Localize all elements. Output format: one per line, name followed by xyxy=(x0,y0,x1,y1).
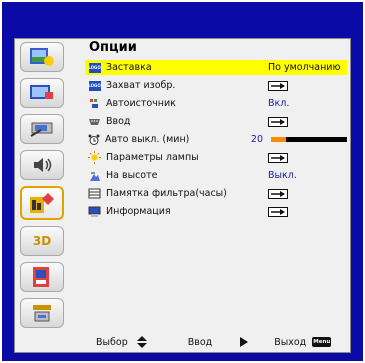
menu-item-input[interactable]: Ввод xyxy=(85,114,347,129)
auto-power-off-slider[interactable]: 20 xyxy=(251,134,347,145)
menu-item-label: Параметры лампы xyxy=(106,152,199,163)
options-icon xyxy=(30,193,54,213)
menu-item-information[interactable]: Информация xyxy=(85,204,347,219)
right-arrow-icon xyxy=(240,337,249,347)
3d-icon: 3D xyxy=(32,234,52,248)
exit-hint-label: Выход xyxy=(274,336,307,348)
lamp-icon xyxy=(88,151,101,164)
info-icon xyxy=(88,206,101,217)
sidebar-item-picture[interactable] xyxy=(20,42,64,72)
sidebar-item-volume[interactable] xyxy=(20,150,64,180)
display-icon xyxy=(30,85,53,99)
menu-item-label: Авто выкл. (мин) xyxy=(105,134,190,145)
menu-item-value: Вкл. xyxy=(268,98,290,109)
sidebar-item-network[interactable] xyxy=(20,298,64,328)
menu-item-label: На высоте xyxy=(106,170,158,181)
filter-icon xyxy=(88,188,101,199)
high-altitude-icon xyxy=(89,172,100,181)
menu-item-label: Захват изобр. xyxy=(106,80,176,91)
alarm-clock-icon xyxy=(88,134,100,145)
logo-icon: LOGO xyxy=(88,62,101,73)
menu-item-filter-reminder[interactable]: Памятка фильтра(часы) xyxy=(85,186,347,201)
logo-capture-icon: LOGO xyxy=(88,80,101,91)
arrow-right-icon[interactable] xyxy=(268,188,288,199)
menu-item-label: Заставка xyxy=(106,62,152,73)
menu-item-value: Выкл. xyxy=(268,170,297,181)
menu-item-auto-source[interactable]: Автоисточник Вкл. xyxy=(85,96,347,111)
slider-fill xyxy=(271,137,287,142)
menu-item-label: Ввод xyxy=(106,116,131,127)
picture-icon xyxy=(30,48,54,66)
arrow-right-icon[interactable] xyxy=(268,206,288,217)
up-down-arrows-icon xyxy=(136,336,147,348)
select-hint-label: Выбор xyxy=(96,336,128,348)
menu-item-auto-power-off[interactable]: Авто выкл. (мин) 20 xyxy=(85,132,347,147)
arrow-right-icon[interactable] xyxy=(268,80,288,91)
enter-hint-label: Ввод xyxy=(187,336,213,348)
slider-track[interactable] xyxy=(271,137,347,142)
network-icon xyxy=(33,305,51,322)
sidebar-item-options[interactable] xyxy=(20,186,64,220)
menu-item-lamp-settings[interactable]: Параметры лампы xyxy=(85,150,347,165)
menu-item-label: Памятка фильтра(часы) xyxy=(106,188,227,199)
menu-item-high-altitude[interactable]: На высоте Выкл. xyxy=(85,168,347,183)
arrow-right-icon[interactable] xyxy=(268,116,288,127)
menu-key-icon: Menu xyxy=(312,337,332,347)
footer-hints: Выбор Ввод Выход Menu xyxy=(96,336,332,348)
input-port-icon xyxy=(89,118,100,125)
auto-source-icon xyxy=(89,98,98,108)
menu-item-label: Автоисточник xyxy=(106,98,176,109)
sidebar: 3D xyxy=(20,42,68,332)
menu-item-logo[interactable]: LOGO Заставка По умолчанию xyxy=(85,60,347,75)
menu-item-logo-capture[interactable]: LOGO Захват изобр. xyxy=(85,78,347,93)
volume-icon xyxy=(34,158,52,172)
sidebar-item-display[interactable] xyxy=(20,78,64,108)
page-title: Опции xyxy=(89,40,137,55)
sidebar-item-3d[interactable]: 3D xyxy=(20,226,64,256)
arrow-right-icon[interactable] xyxy=(268,152,288,163)
slider-value: 20 xyxy=(250,134,263,145)
menu-item-label: Информация xyxy=(106,206,171,217)
sidebar-item-lan[interactable] xyxy=(20,262,64,292)
setup-icon xyxy=(30,122,53,137)
lan-icon xyxy=(33,267,49,287)
sidebar-item-setup[interactable] xyxy=(20,114,64,144)
menu-item-value: По умолчанию xyxy=(268,62,341,73)
